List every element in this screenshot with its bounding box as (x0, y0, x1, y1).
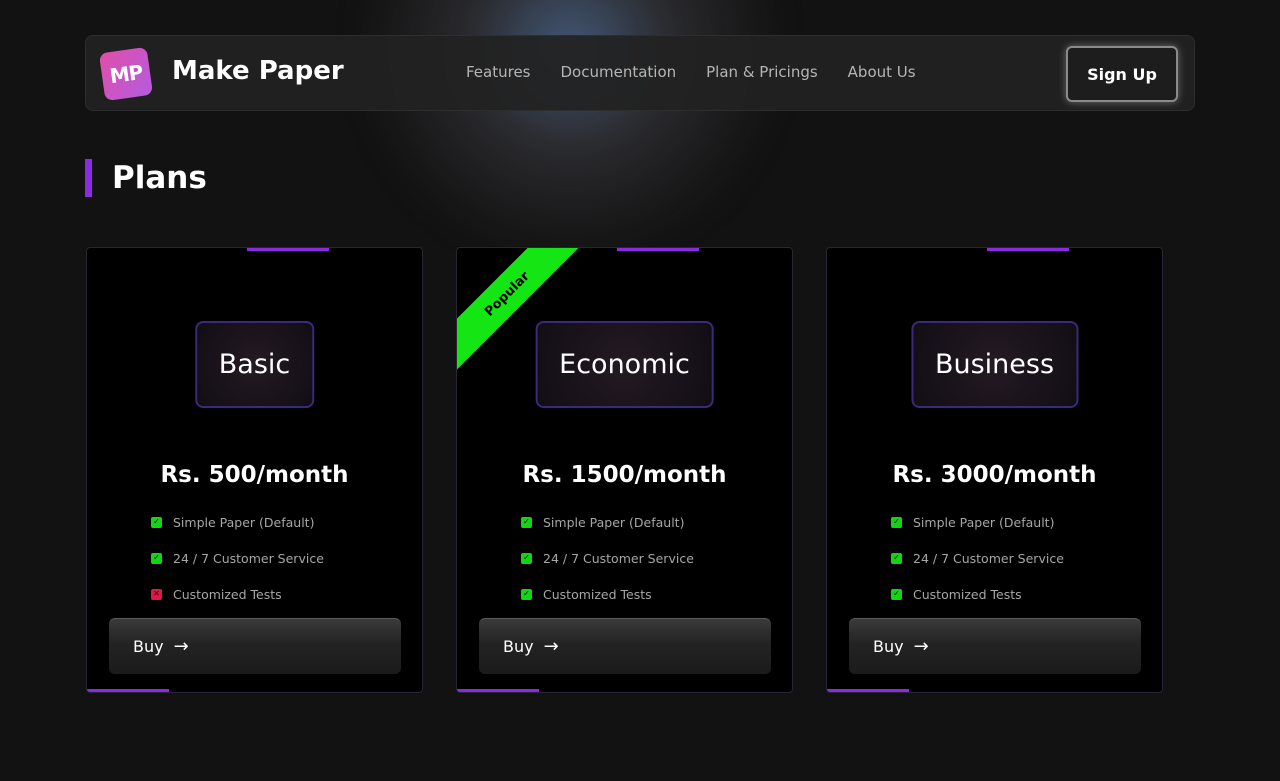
feature-label: Customized Tests (173, 586, 282, 602)
feature-label: 24 / 7 Customer Service (173, 550, 324, 566)
nav-link-about-us[interactable]: About Us (848, 63, 916, 81)
buy-label: Buy (133, 637, 164, 656)
feature-item: ✓ 24 / 7 Customer Service (151, 540, 324, 576)
check-icon: ✓ (891, 552, 902, 564)
feature-item: ✕ Customized Tests (151, 576, 324, 612)
feature-list: ✓ Simple Paper (Default) ✓ 24 / 7 Custom… (891, 504, 1064, 612)
feature-label: Customized Tests (543, 586, 652, 602)
check-icon: ✓ (521, 516, 532, 528)
navbar: MP Make Paper Features Documentation Pla… (85, 35, 1195, 111)
sign-up-button[interactable]: Sign Up (1066, 46, 1178, 102)
feature-item: ✓ Customized Tests (891, 576, 1064, 612)
plan-price: Rs. 1500/month (522, 462, 727, 488)
check-icon: ✓ (891, 516, 902, 528)
feature-list: ✓ Simple Paper (Default) ✓ 24 / 7 Custom… (151, 504, 324, 612)
buy-button[interactable]: Buy → (109, 618, 401, 674)
check-icon: ✓ (521, 588, 532, 600)
feature-label: 24 / 7 Customer Service (543, 550, 694, 566)
feature-list: ✓ Simple Paper (Default) ✓ 24 / 7 Custom… (521, 504, 694, 612)
feature-label: Simple Paper (Default) (173, 514, 315, 530)
buy-button[interactable]: Buy → (849, 618, 1141, 674)
page-title: Plans (85, 159, 207, 197)
feature-label: Simple Paper (Default) (543, 514, 685, 530)
plan-card-economic: Popular Economic Rs. 1500/month ✓ Simple… (456, 247, 793, 693)
plan-price: Rs. 3000/month (892, 462, 1097, 488)
nav-link-plan-pricings[interactable]: Plan & Pricings (706, 63, 818, 81)
arrow-right-icon: → (543, 636, 559, 657)
arrow-right-icon: → (913, 636, 929, 657)
logo-icon[interactable]: MP (98, 46, 154, 102)
feature-label: Simple Paper (Default) (913, 514, 1055, 530)
feature-item: ✓ 24 / 7 Customer Service (891, 540, 1064, 576)
plan-name: Business (910, 321, 1079, 408)
nav-links: Features Documentation Plan & Pricings A… (466, 63, 916, 81)
feature-item: ✓ Simple Paper (Default) (521, 504, 694, 540)
buy-label: Buy (503, 637, 534, 656)
feature-item: ✓ Simple Paper (Default) (891, 504, 1064, 540)
brand-name[interactable]: Make Paper (172, 56, 344, 86)
plan-card-basic: Basic Rs. 500/month ✓ Simple Paper (Defa… (86, 247, 423, 693)
nav-link-features[interactable]: Features (466, 63, 531, 81)
check-icon: ✓ (151, 552, 162, 564)
feature-item: ✓ Customized Tests (521, 576, 694, 612)
check-icon: ✓ (521, 552, 532, 564)
check-icon: ✓ (151, 516, 162, 528)
feature-label: 24 / 7 Customer Service (913, 550, 1064, 566)
plan-card-business: Business Rs. 3000/month ✓ Simple Paper (… (826, 247, 1163, 693)
nav-link-documentation[interactable]: Documentation (561, 63, 677, 81)
plan-price: Rs. 500/month (160, 462, 349, 488)
feature-item: ✓ 24 / 7 Customer Service (521, 540, 694, 576)
buy-label: Buy (873, 637, 904, 656)
check-icon: ✓ (891, 588, 902, 600)
plan-name: Basic (194, 321, 315, 408)
arrow-right-icon: → (173, 636, 189, 657)
buy-button[interactable]: Buy → (479, 618, 771, 674)
feature-item: ✓ Simple Paper (Default) (151, 504, 324, 540)
plan-name: Economic (535, 321, 714, 408)
cross-icon: ✕ (151, 588, 162, 600)
feature-label: Customized Tests (913, 586, 1022, 602)
